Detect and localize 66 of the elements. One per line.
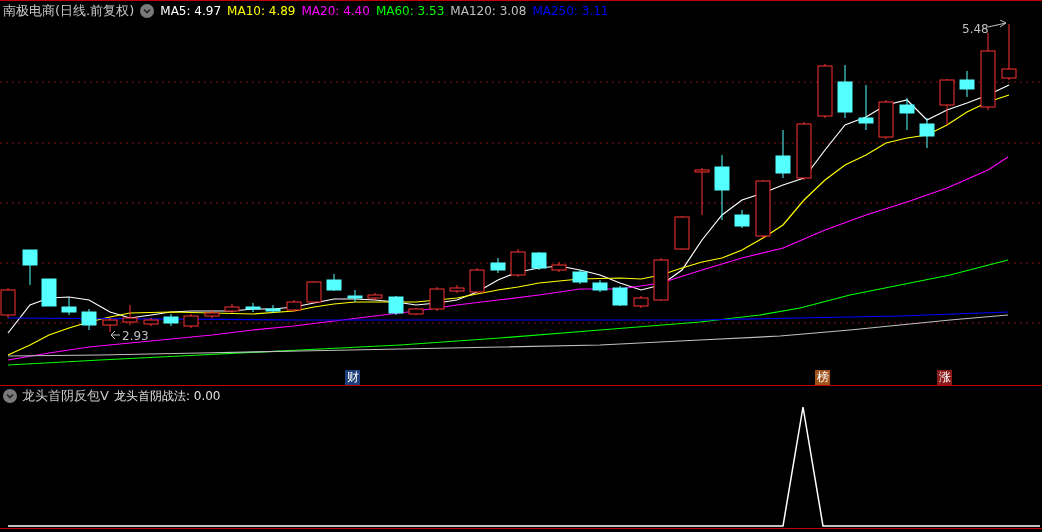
- candlestick: [510, 248, 526, 278]
- candlestick: [449, 284, 465, 294]
- dropdown-icon[interactable]: [3, 389, 17, 403]
- candlestick: [388, 295, 404, 316]
- candlestick: [734, 209, 750, 229]
- candlestick: [1001, 23, 1017, 81]
- candlestick: [22, 249, 38, 286]
- candlestick: [408, 307, 424, 316]
- candlestick: [81, 308, 97, 331]
- candlestick: [490, 257, 506, 274]
- indicator-value: MA120: 3.08: [450, 3, 527, 18]
- candlestick: [858, 84, 874, 131]
- candlestick: [224, 303, 240, 314]
- candlestick: [469, 267, 485, 294]
- price-label: 5.48: [962, 22, 989, 36]
- candlestick: [694, 167, 710, 216]
- candlestick: [612, 285, 628, 307]
- event-marker[interactable]: 涨: [937, 370, 952, 385]
- candlestick: [755, 179, 771, 239]
- candlestick: [796, 121, 812, 181]
- indicator-value: 龙头首阴战法: 0.00: [113, 387, 221, 405]
- candlestick: [817, 63, 833, 119]
- candlestick: [367, 292, 383, 301]
- candlestick: [245, 302, 261, 313]
- candlestick: [653, 257, 669, 302]
- candlestick: [326, 273, 342, 292]
- candlestick: [143, 317, 159, 327]
- candlestick: [61, 297, 77, 316]
- indicator-value: MA250: 3.11: [532, 3, 609, 18]
- candlestick: [306, 280, 322, 304]
- candlestick: [183, 313, 199, 329]
- indicator-title: 龙头首阴反包V: [22, 387, 109, 405]
- candlestick: [122, 304, 138, 326]
- event-marker[interactable]: 财: [345, 370, 360, 385]
- candlestick: [959, 70, 975, 98]
- candlestick: [714, 154, 730, 221]
- candlestick: [347, 289, 363, 303]
- candlestick: [204, 309, 220, 319]
- candlestick: [531, 251, 547, 271]
- candlestick: [286, 299, 302, 313]
- event-marker[interactable]: 榜: [815, 370, 830, 385]
- candlestick: [592, 279, 608, 293]
- candlestick: [899, 97, 915, 131]
- indicator-value: MA60: 3.53: [375, 3, 445, 18]
- candlestick: [265, 304, 281, 314]
- candlestick: [551, 261, 567, 273]
- candlestick: [429, 286, 445, 312]
- candlestick: [939, 78, 955, 126]
- arrow-icon: [110, 330, 121, 340]
- candlestick: [633, 295, 649, 309]
- candlestick: [775, 129, 791, 179]
- candlestick: [102, 317, 118, 333]
- indicator-value: MA20: 4.40: [301, 3, 370, 18]
- candlestick: [878, 99, 894, 140]
- candlestick: [41, 278, 57, 307]
- candlestick: [837, 64, 853, 119]
- chart-title: 南极电商(日线.前复权): [3, 1, 135, 20]
- arrow-icon: [987, 20, 1007, 28]
- candlestick: [919, 117, 935, 149]
- indicator-value: MA5: 4.97: [160, 3, 222, 18]
- price-label: 2.93: [122, 329, 149, 343]
- candlestick: [572, 269, 588, 285]
- dropdown-icon[interactable]: [140, 3, 155, 18]
- candlestick: [674, 215, 690, 251]
- indicator-value: MA10: 4.89: [227, 3, 296, 18]
- candlestick: [163, 313, 179, 327]
